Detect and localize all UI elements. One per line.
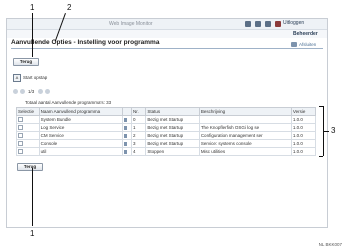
app-title: Web Image Monitor	[109, 21, 153, 27]
document-icon[interactable]	[124, 133, 128, 138]
col-versie: Versie	[290, 107, 317, 116]
callout-1-top-line	[32, 13, 33, 57]
row-checkbox[interactable]	[18, 140, 23, 146]
name-cell: util	[38, 147, 124, 156]
select-cell[interactable]	[16, 115, 40, 124]
select-cell[interactable]	[16, 123, 40, 132]
doc-cell[interactable]	[122, 115, 132, 124]
callout-1-top: 1	[30, 3, 35, 12]
col-icon	[122, 107, 132, 116]
table-header-row: Selectie Naam Aanvullend programma Nr. S…	[16, 107, 317, 116]
status-cell: Bezig met Startup	[145, 123, 200, 132]
version-cell: 1.0.0	[290, 147, 317, 156]
select-cell[interactable]	[16, 139, 40, 148]
last-page-icon[interactable]	[45, 89, 50, 94]
desc-cell: Misc utilities	[198, 147, 292, 156]
logout-link[interactable]: Uitloggen	[283, 20, 304, 26]
table-row[interactable]: util 4 Stoppen Misc utilities 1.0.0	[16, 147, 317, 156]
status-cell: Bezig met Startup	[145, 131, 200, 140]
col-status: Status	[145, 107, 200, 116]
col-selectie: Selectie	[16, 107, 40, 116]
col-beschrijving: Beschrijving	[198, 107, 292, 116]
document-icon[interactable]	[124, 117, 128, 122]
doc-cell[interactable]	[122, 139, 132, 148]
search-icon[interactable]	[255, 21, 261, 27]
desc-cell: The Knopflerfish OSGi log se	[198, 123, 292, 132]
total-count: Totaal aantal Aanvullende programma's: 3…	[25, 100, 112, 105]
title-divider	[11, 48, 323, 49]
callout-3-line	[323, 131, 329, 132]
page-indicator: 1/3	[28, 89, 35, 94]
footnote-code: NL BKK007	[318, 242, 342, 247]
prev-page-icon[interactable]	[13, 89, 18, 94]
desc-cell: Configuration management ser	[198, 131, 292, 140]
programs-table: Selectie Naam Aanvullend programma Nr. S…	[16, 107, 317, 156]
callout-3: 3	[331, 126, 336, 135]
row-checkbox[interactable]	[18, 148, 23, 154]
logout-icon[interactable]	[275, 21, 281, 27]
row-checkbox[interactable]	[18, 132, 23, 138]
next-page-icon[interactable]	[38, 89, 43, 94]
select-cell[interactable]	[16, 131, 40, 140]
name-cell: Log Service	[38, 123, 124, 132]
callout-3-bracket-top	[319, 106, 323, 107]
nr-cell: 0	[130, 115, 147, 124]
document-icon[interactable]	[124, 141, 128, 146]
nr-cell: 2	[130, 131, 147, 140]
version-cell: 1.0.0	[290, 131, 317, 140]
version-cell: 1.0.0	[290, 139, 317, 148]
status-cell: Bezig met Startup	[145, 115, 200, 124]
row-checkbox[interactable]	[18, 116, 23, 122]
close-link[interactable]: Afsluiten	[299, 42, 316, 47]
back-button-bottom[interactable]: Terug	[17, 163, 43, 171]
name-cell: CM Service	[38, 131, 124, 140]
desc-cell	[198, 115, 292, 124]
select-cell[interactable]	[16, 147, 40, 156]
page-title: Aanvullende Opties - Instelling voor pro…	[11, 39, 160, 46]
nr-cell: 1	[130, 123, 147, 132]
callout-3-bracket-bottom	[319, 156, 323, 157]
name-cell: System Bundle	[38, 115, 124, 124]
version-cell: 1.0.0	[290, 115, 317, 124]
row-checkbox[interactable]	[18, 124, 23, 130]
document-icon[interactable]	[124, 125, 128, 130]
top-bar: Web Image Monitor Uitloggen	[7, 19, 327, 30]
callout-2: 2	[67, 3, 72, 12]
start-icon[interactable]: A	[13, 74, 21, 82]
start-label[interactable]: Start opstap	[23, 75, 47, 80]
callout-1-bottom: 1	[30, 229, 35, 238]
help-icon[interactable]	[265, 21, 271, 27]
user-label: Beheerder	[293, 31, 318, 37]
doc-cell[interactable]	[122, 123, 132, 132]
doc-cell[interactable]	[122, 131, 132, 140]
home-icon[interactable]	[245, 21, 251, 27]
desc-cell: Service: systems console	[198, 139, 292, 148]
nr-cell: 4	[130, 147, 147, 156]
document-icon[interactable]	[124, 149, 128, 154]
table-row[interactable]: System Bundle 0 Bezig met Startup 1.0.0	[16, 115, 317, 124]
status-cell: Bezig met Startup	[145, 139, 200, 148]
close-icon[interactable]	[291, 42, 297, 47]
status-cell: Stoppen	[145, 147, 200, 156]
col-naam: Naam Aanvullend programma	[38, 107, 124, 116]
table-row[interactable]: Log Service 1 Bezig met Startup The Knop…	[16, 123, 317, 132]
col-nr: Nr.	[130, 107, 147, 116]
back-button-top[interactable]: Terug	[13, 58, 39, 66]
callout-1-bottom-line	[32, 168, 33, 226]
nr-cell: 3	[130, 139, 147, 148]
doc-cell[interactable]	[122, 147, 132, 156]
table-row[interactable]: CM Service 2 Bezig met Startup Configura…	[16, 131, 317, 140]
table-row[interactable]: Console 3 Bezig met Startup Service: sys…	[16, 139, 317, 148]
name-cell: Console	[38, 139, 124, 148]
version-cell: 1.0.0	[290, 123, 317, 132]
first-page-icon[interactable]	[20, 89, 25, 94]
